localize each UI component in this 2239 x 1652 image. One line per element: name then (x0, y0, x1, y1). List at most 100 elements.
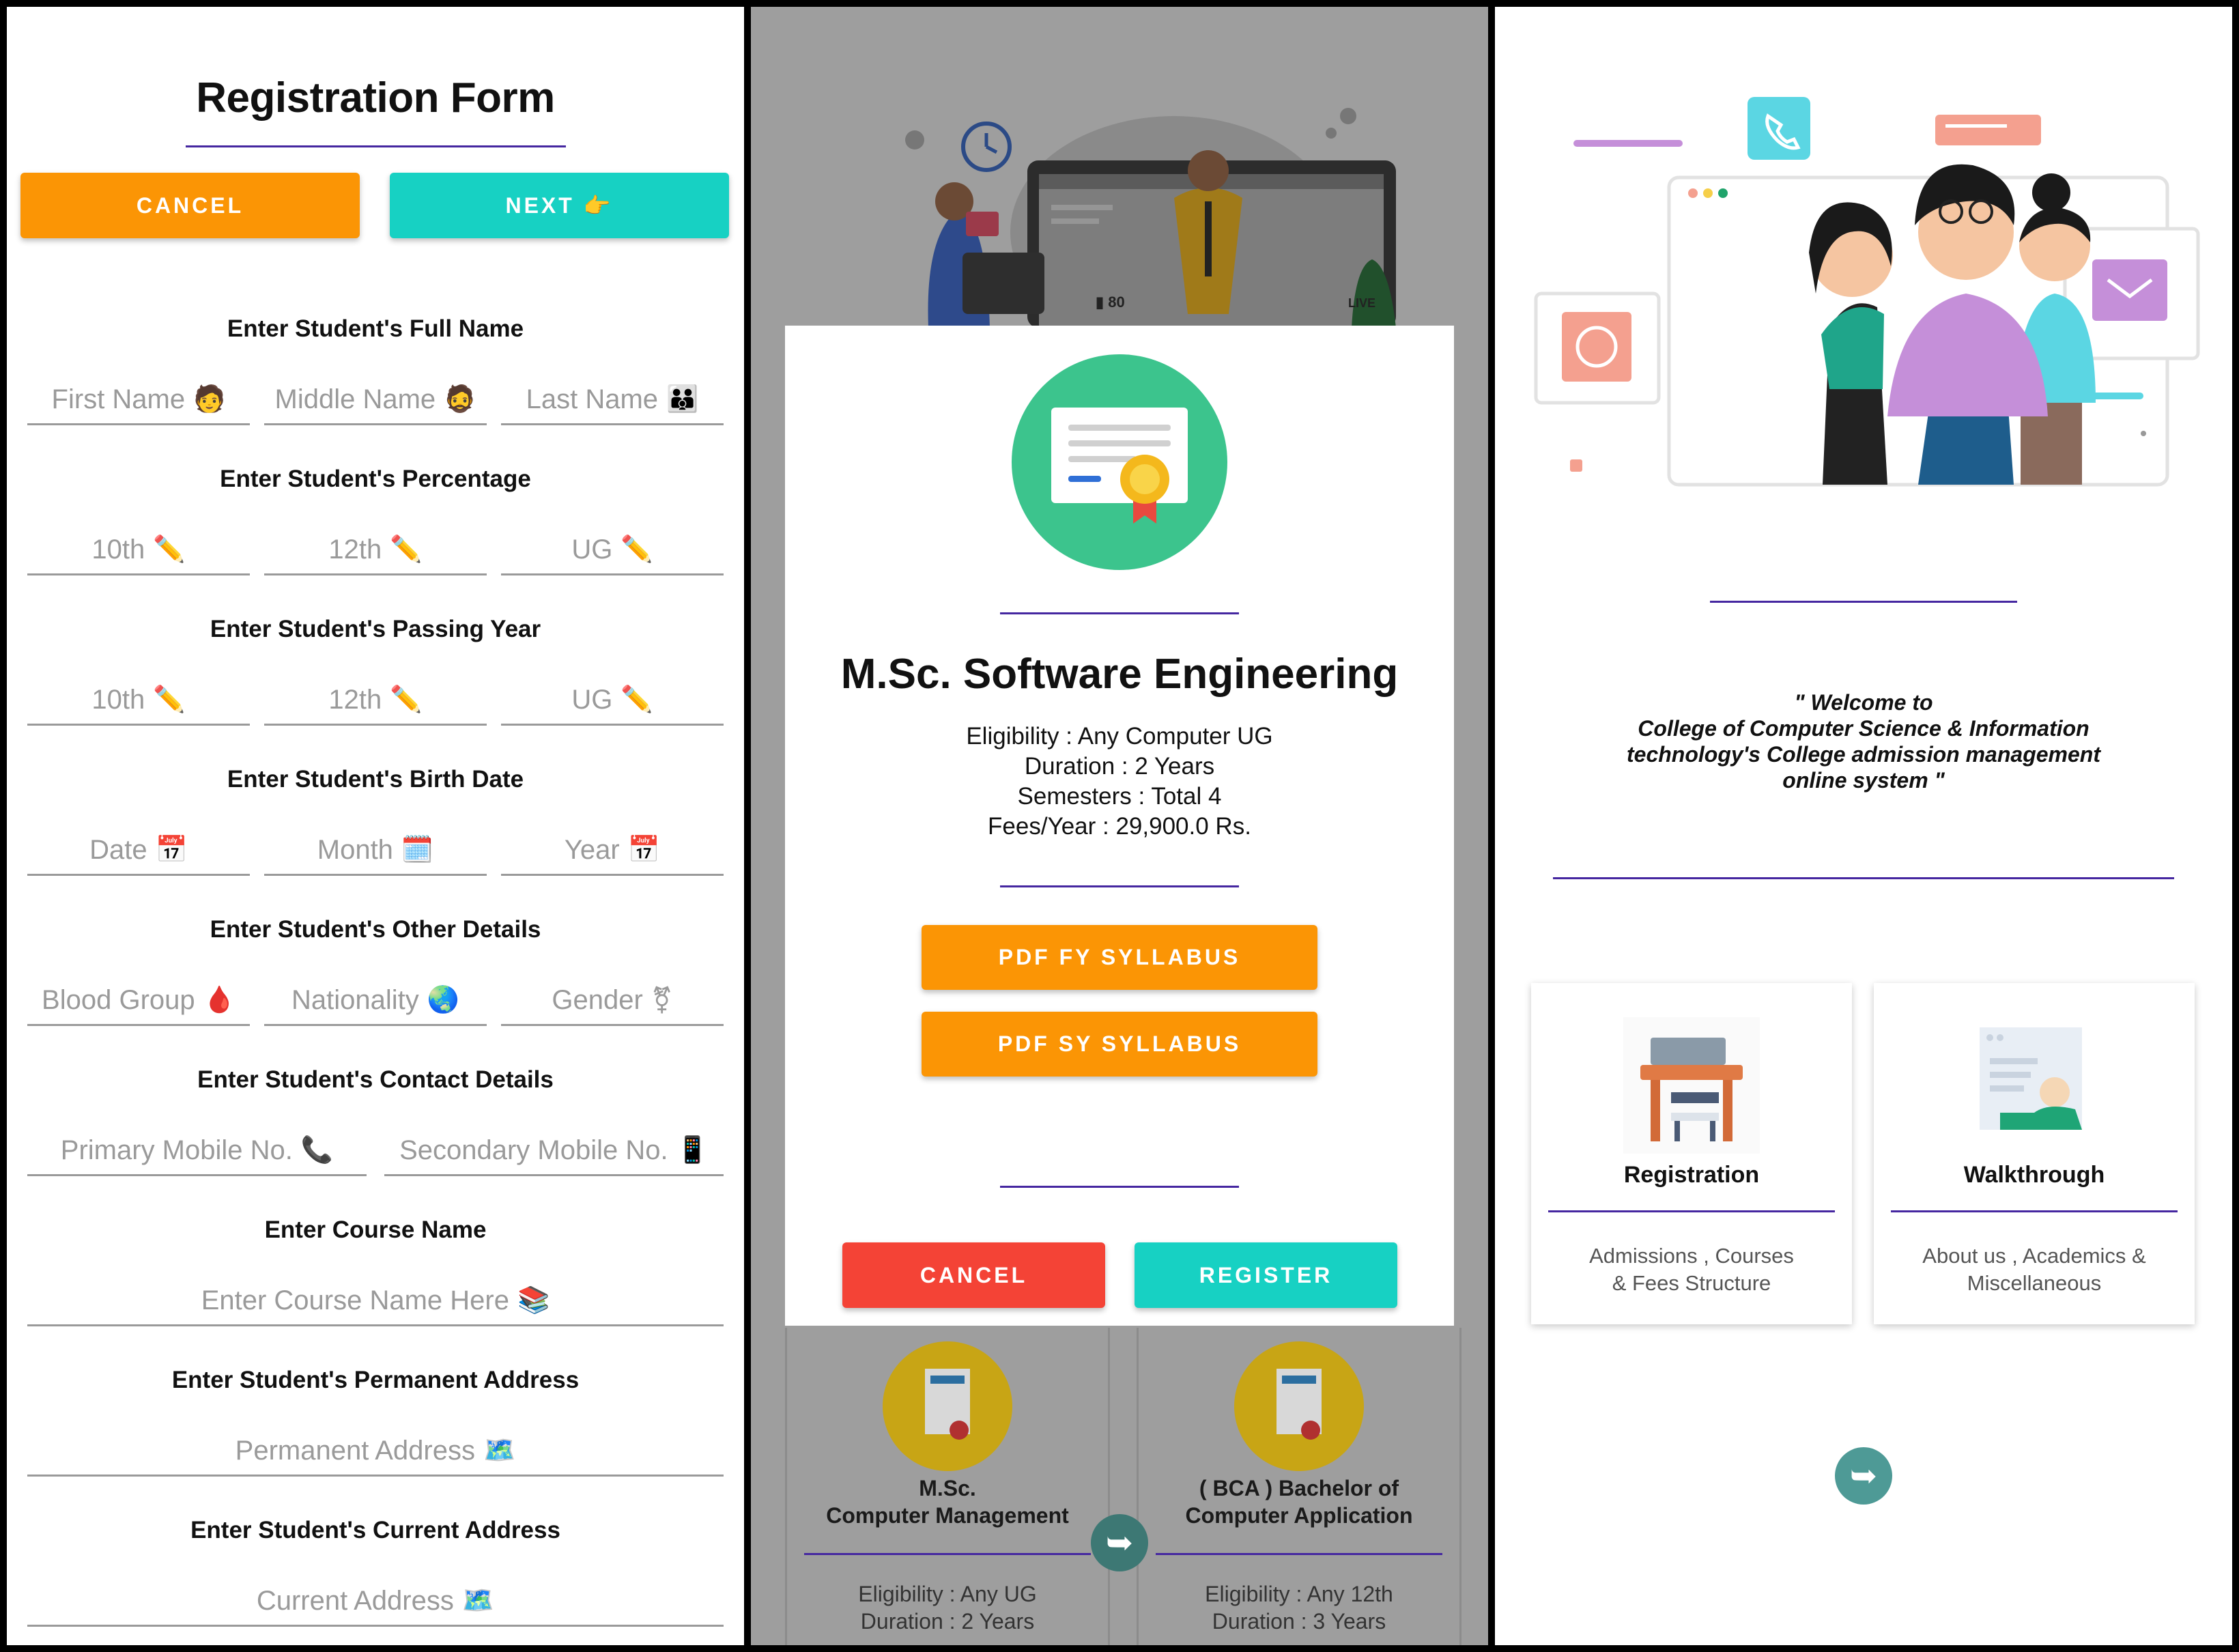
field-placeholder: 10th (91, 684, 145, 715)
person-icon: 🧑 (193, 385, 226, 414)
certificate-icon (883, 1341, 1012, 1471)
percentage-ug-input[interactable]: UG ✏️ (501, 526, 724, 575)
field-placeholder: UG (571, 534, 613, 565)
pencil-icon: ✏️ (153, 535, 186, 564)
field-placeholder: Gender (552, 984, 643, 1015)
back-arrow-icon[interactable]: ➥ (1091, 1514, 1148, 1571)
pdf-fy-syllabus-button[interactable]: PDF FY SYLLABUS (922, 925, 1317, 990)
svg-text:LIVE: LIVE (1348, 296, 1375, 310)
course-card[interactable]: M.Sc. Computer Management Eligibility : A… (785, 1328, 1110, 1645)
next-button[interactable]: NEXT 👉 (390, 173, 729, 238)
first-name-input[interactable]: First Name 🧑 (27, 375, 250, 425)
course-fees: Fees/Year : 29,900.0 Rs. (988, 813, 1251, 840)
section-heading: Enter Student's Full Name (227, 315, 524, 342)
bearded-person-icon: 🧔 (444, 385, 476, 414)
birth-date-input[interactable]: Date 📅 (27, 826, 250, 876)
team-illustration (1534, 97, 2200, 487)
course-title: M.Sc. Software Engineering (840, 651, 1399, 698)
back-arrow-icon[interactable]: ➥ (1835, 1447, 1892, 1505)
online-class-illustration: ▮ 80 LIVE (905, 108, 1396, 328)
cancel-button[interactable]: CANCEL (20, 173, 360, 238)
pencil-icon: ✏️ (153, 685, 186, 714)
divider (1000, 1186, 1239, 1188)
course-details-dialog: M.Sc. Software Engineering Eligibility :… (785, 326, 1454, 1326)
field-placeholder: Month (317, 834, 393, 865)
map-icon: 🗺️ (483, 1436, 516, 1465)
field-placeholder: Permanent Address (235, 1435, 475, 1466)
calendar-icon: 📅 (155, 836, 188, 864)
field-placeholder: Nationality (291, 984, 419, 1015)
divider (1000, 885, 1239, 887)
divider (1553, 877, 2174, 879)
field-placeholder: Year (564, 834, 620, 865)
course-eligibility: Eligibility : Any Computer UG (966, 723, 1273, 750)
field-placeholder: Blood Group (42, 984, 195, 1015)
field-placeholder: Secondary Mobile No. (399, 1135, 668, 1165)
registration-form-screen: Registration Form CANCEL NEXT 👉 Enter St… (7, 7, 744, 1645)
card-divider (804, 1553, 1091, 1555)
svg-text:▮ 80: ▮ 80 (1096, 294, 1125, 311)
field-placeholder: First Name (51, 384, 186, 414)
walkthrough-card[interactable]: Walkthrough About us , Academics & Miscel… (1874, 983, 2195, 1324)
field-placeholder: Enter Course Name Here (201, 1285, 509, 1315)
course-card[interactable]: ( BCA ) Bachelor of Computer Application … (1137, 1328, 1461, 1645)
cancel-button[interactable]: CANCEL (842, 1242, 1105, 1308)
primary-mobile-input[interactable]: Primary Mobile No. 📞 (27, 1126, 367, 1176)
passing-year-ug-input[interactable]: UG ✏️ (501, 676, 724, 726)
certificate-icon (1234, 1341, 1364, 1471)
field-placeholder: Middle Name (274, 384, 436, 414)
percentage-12th-input[interactable]: 12th ✏️ (264, 526, 487, 575)
family-icon: 👪 (666, 385, 699, 414)
course-semesters: Semesters : Total 4 (1017, 783, 1222, 810)
section-heading: Enter Student's Contact Details (197, 1066, 554, 1093)
title-underline (186, 145, 566, 147)
nationality-input[interactable]: Nationality 🌏 (264, 976, 487, 1026)
field-placeholder: Date (89, 834, 147, 865)
card-description: About us , Academics & Miscellaneous (1922, 1244, 2146, 1295)
map-icon: 🗺️ (461, 1586, 495, 1615)
blood-drop-icon: 🩸 (203, 986, 236, 1014)
section-heading: Enter Student's Passing Year (210, 616, 541, 642)
calendar-icon: 🗓️ (401, 836, 434, 864)
section-heading: Enter Student's Permanent Address (171, 1367, 580, 1393)
card-title: Walkthrough (1963, 1162, 2105, 1188)
percentage-10th-input[interactable]: 10th ✏️ (27, 526, 250, 575)
field-placeholder: Last Name (526, 384, 659, 414)
card-divider (1891, 1210, 2178, 1212)
course-card-details: Eligibility : Any 12th Duration : 3 Years (1205, 1582, 1393, 1634)
last-name-input[interactable]: Last Name 👪 (501, 375, 724, 425)
card-divider (1156, 1553, 1442, 1555)
blood-group-input[interactable]: Blood Group 🩸 (27, 976, 250, 1026)
certificate-icon (1012, 354, 1227, 570)
middle-name-input[interactable]: Middle Name 🧔 (264, 375, 487, 425)
divider (1710, 601, 2017, 603)
registration-card[interactable]: Registration Admissions , Courses & Fees … (1531, 983, 1852, 1324)
page-title: Registration Form (196, 74, 555, 122)
pdf-sy-syllabus-button[interactable]: PDF SY SYLLABUS (922, 1012, 1317, 1077)
field-placeholder: UG (571, 684, 613, 715)
pencil-icon: ✏️ (390, 685, 423, 714)
field-placeholder: Current Address (256, 1585, 454, 1616)
card-description: Admissions , Courses & Fees Structure (1589, 1244, 1794, 1295)
mobile-phone-icon: 📱 (676, 1136, 709, 1165)
section-heading: Enter Student's Birth Date (227, 766, 524, 793)
permanent-address-input[interactable]: Permanent Address 🗺️ (27, 1427, 724, 1477)
course-name-input[interactable]: Enter Course Name Here 📚 (27, 1277, 724, 1326)
desk-icon (1623, 1017, 1760, 1154)
field-placeholder: Primary Mobile No. (60, 1135, 293, 1165)
passing-year-10th-input[interactable]: 10th ✏️ (27, 676, 250, 726)
secondary-mobile-input[interactable]: Secondary Mobile No. 📱 (384, 1126, 724, 1176)
course-dialog-screen: ▮ 80 LIVE M.Sc. Computer Management Eligi… (751, 7, 1488, 1645)
register-button[interactable]: REGISTER (1135, 1242, 1397, 1308)
course-duration: Duration : 2 Years (1024, 753, 1215, 780)
gender-input[interactable]: Gender ⚧ (501, 976, 724, 1026)
current-address-input[interactable]: Current Address 🗺️ (27, 1577, 724, 1627)
birth-year-input[interactable]: Year 📅 (501, 826, 724, 876)
passing-year-12th-input[interactable]: 12th ✏️ (264, 676, 487, 726)
section-heading: Enter Student's Other Details (210, 916, 541, 943)
course-card-title: M.Sc. Computer Management (826, 1476, 1069, 1528)
birth-month-input[interactable]: Month 🗓️ (264, 826, 487, 876)
course-card-details: Eligibility : Any UG Duration : 2 Years (858, 1582, 1037, 1634)
course-card-title: ( BCA ) Bachelor of Computer Application (1185, 1476, 1413, 1528)
books-icon: 📚 (517, 1286, 550, 1315)
